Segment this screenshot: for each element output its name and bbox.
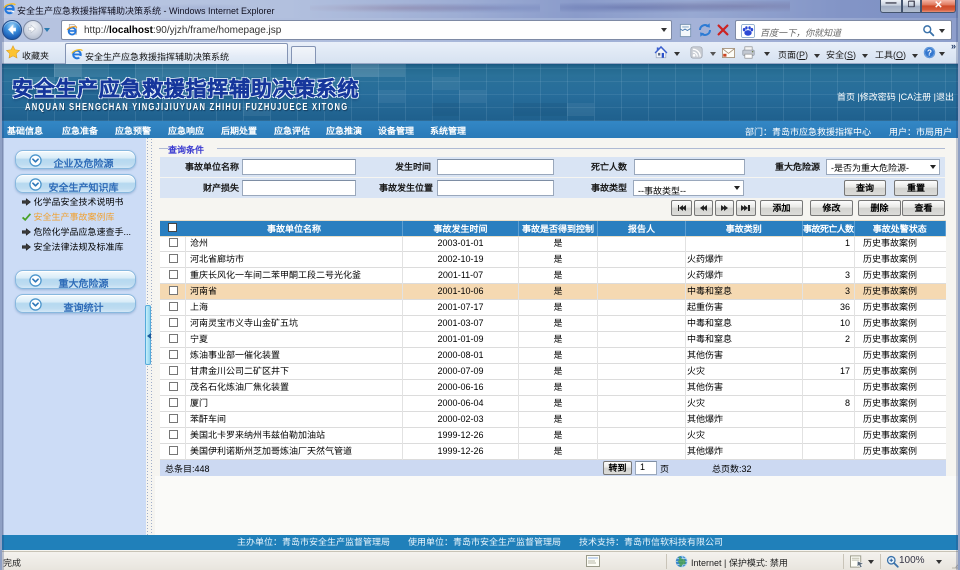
- svg-text:?: ?: [927, 48, 932, 57]
